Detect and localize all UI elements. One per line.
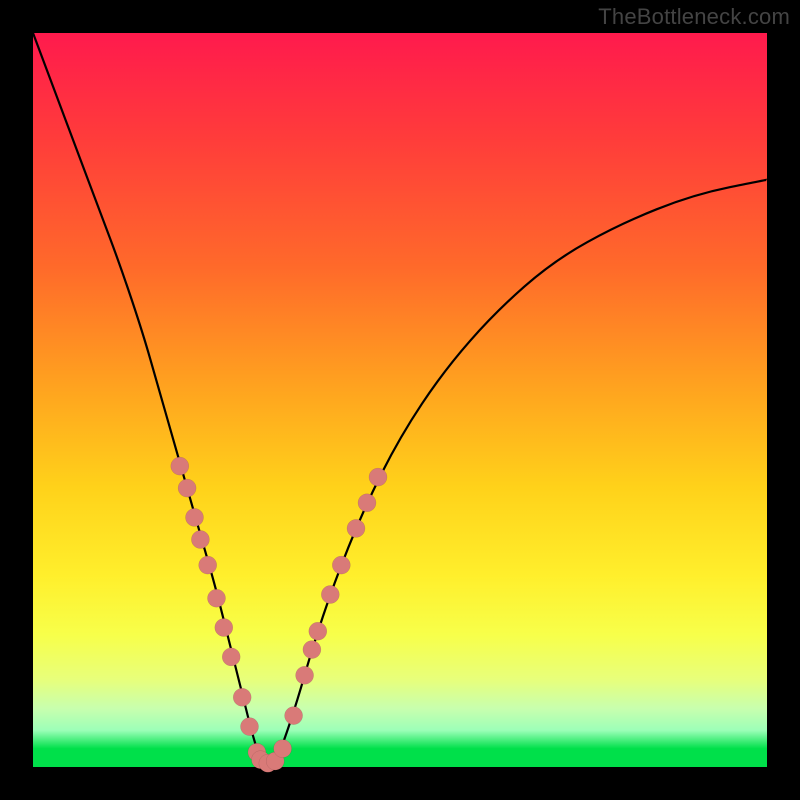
curve-marker — [233, 688, 251, 706]
bottleneck-curve — [33, 33, 767, 765]
curve-marker — [199, 556, 217, 574]
curve-marker — [369, 468, 387, 486]
curve-marker — [285, 707, 303, 725]
curve-marker — [321, 586, 339, 604]
curve-marker — [171, 457, 189, 475]
chart-frame: TheBottleneck.com — [0, 0, 800, 800]
curve-marker — [332, 556, 350, 574]
curve-marker — [215, 619, 233, 637]
curve-marker — [241, 718, 259, 736]
curve-marker — [186, 508, 204, 526]
curve-marker — [358, 494, 376, 512]
watermark-text: TheBottleneck.com — [598, 4, 790, 30]
curve-marker — [274, 740, 292, 758]
curve-marker — [309, 622, 327, 640]
curve-marker — [191, 531, 209, 549]
plot-area — [33, 33, 767, 767]
curve-marker — [178, 479, 196, 497]
curve-marker — [222, 648, 240, 666]
curve-marker — [347, 519, 365, 537]
marker-group — [171, 457, 387, 772]
curve-marker — [208, 589, 226, 607]
curve-layer — [33, 33, 767, 767]
curve-marker — [296, 666, 314, 684]
curve-marker — [303, 641, 321, 659]
